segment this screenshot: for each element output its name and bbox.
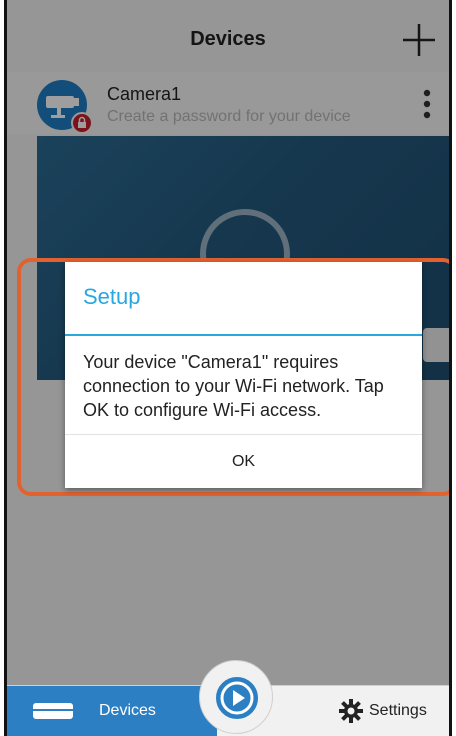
gear-icon[interactable] xyxy=(338,698,364,724)
bottom-nav: Devices Settings xyxy=(7,660,449,736)
dialog-title: Setup xyxy=(83,284,141,309)
dialog-divider xyxy=(65,334,422,336)
dialog-message: Your device "Camera1" requires connectio… xyxy=(83,352,384,420)
play-icon xyxy=(216,677,258,719)
tab-devices-label: Devices xyxy=(99,702,156,719)
play-button[interactable] xyxy=(199,660,273,734)
dvr-icon xyxy=(33,703,73,719)
tab-settings[interactable]: Settings xyxy=(369,702,427,720)
tab-devices[interactable]: Devices xyxy=(7,686,217,736)
setup-dialog: Setup Your device "Camera1" requires con… xyxy=(65,262,422,488)
phone-screen: Devices Camera1 Create a password for yo… xyxy=(4,0,452,736)
ok-button[interactable]: OK xyxy=(65,435,422,488)
